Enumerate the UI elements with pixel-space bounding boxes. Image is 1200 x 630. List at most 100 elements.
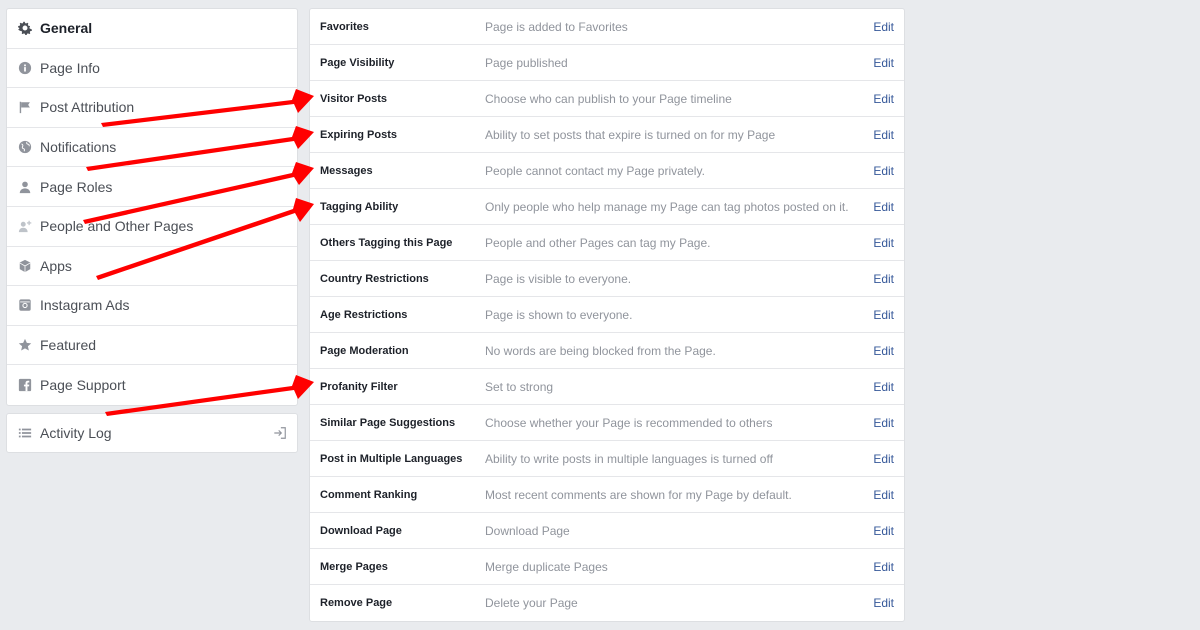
sidebar-item-label: People and Other Pages [40, 218, 194, 235]
gear-icon [18, 21, 32, 36]
setting-value: Delete your Page [485, 596, 578, 610]
sidebar-item-page-info[interactable]: Page Info [7, 49, 297, 89]
setting-value: People cannot contact my Page privately. [485, 163, 705, 178]
edit-remove-page-link[interactable]: Edit [873, 596, 894, 610]
settings-row-similar-page-suggestions: Similar Page Suggestions Choose whether … [310, 405, 904, 441]
edit-profanity-filter-link[interactable]: Edit [873, 380, 894, 394]
setting-label: Messages [320, 164, 373, 177]
setting-value: Only people who help manage my Page can … [485, 199, 849, 214]
star-icon [18, 338, 32, 352]
sidebar-item-post-attribution[interactable]: Post Attribution [7, 88, 297, 128]
setting-label: Profanity Filter [320, 380, 398, 393]
setting-value: Merge duplicate Pages [485, 559, 608, 574]
sidebar-item-apps[interactable]: Apps [7, 247, 297, 287]
setting-value: Choose who can publish to your Page time… [485, 91, 732, 106]
sidebar-item-instagram-ads[interactable]: Instagram Ads [7, 286, 297, 326]
settings-row-favorites: Favorites Page is added to Favorites Edi… [310, 9, 904, 45]
cube-icon [18, 259, 32, 273]
edit-multiple-languages-link[interactable]: Edit [873, 452, 894, 466]
sidebar-item-page-roles[interactable]: Page Roles [7, 167, 297, 207]
setting-label: Others Tagging this Page [320, 236, 453, 249]
sidebar-item-label: Instagram Ads [40, 297, 130, 314]
info-icon [18, 61, 32, 75]
setting-label: Country Restrictions [320, 272, 429, 285]
settings-row-age-restrictions: Age Restrictions Page is shown to everyo… [310, 297, 904, 333]
edit-messages-link[interactable]: Edit [873, 164, 894, 178]
edit-favorites-link[interactable]: Edit [873, 20, 894, 34]
facebook-icon [18, 378, 32, 392]
sidebar-item-general[interactable]: General [7, 9, 297, 49]
setting-label: Similar Page Suggestions [320, 416, 456, 429]
setting-label: Tagging Ability [320, 200, 399, 213]
settings-row-download-page: Download Page Download Page Edit [310, 513, 904, 549]
edit-tagging-ability-link[interactable]: Edit [873, 200, 894, 214]
settings-row-country-restrictions: Country Restrictions Page is visible to … [310, 261, 904, 297]
setting-label: Page Moderation [320, 344, 409, 357]
sidebar-item-label: Post Attribution [40, 99, 135, 116]
settings-row-remove-page: Remove Page Delete your Page Edit [310, 585, 904, 621]
sidebar-item-label: Page Roles [40, 178, 113, 195]
person-icon [18, 180, 32, 194]
activity-log-label: Activity Log [40, 425, 112, 441]
sidebar-item-featured[interactable]: Featured [7, 326, 297, 366]
setting-label: Remove Page [320, 597, 393, 609]
edit-others-tagging-link[interactable]: Edit [873, 236, 894, 250]
edit-visitor-posts-link[interactable]: Edit [873, 92, 894, 106]
setting-value: No words are being blocked from the Page… [485, 343, 716, 358]
settings-row-merge-pages: Merge Pages Merge duplicate Pages Edit [310, 549, 904, 585]
sidebar-item-label: Featured [40, 337, 97, 354]
sidebar-item-label: Notifications [40, 139, 117, 156]
setting-value: People and other Pages can tag my Page. [485, 235, 711, 250]
setting-label: Visitor Posts [320, 92, 388, 105]
settings-row-page-visibility: Page Visibility Page published Edit [310, 45, 904, 81]
setting-label: Page Visibility [320, 56, 395, 69]
setting-value: Page published [485, 55, 568, 70]
setting-label: Expiring Posts [320, 128, 398, 141]
camera-icon [18, 298, 32, 312]
setting-value: Most recent comments are shown for my Pa… [485, 487, 792, 502]
setting-value: Choose whether your Page is recommended … [485, 415, 773, 430]
setting-value: Ability to write posts in multiple langu… [485, 451, 773, 466]
setting-label: Age Restrictions [320, 308, 408, 321]
settings-row-profanity-filter: Profanity Filter Set to strong Edit [310, 369, 904, 405]
exit-icon[interactable] [273, 426, 287, 440]
edit-page-visibility-link[interactable]: Edit [873, 56, 894, 70]
setting-value: Ability to set posts that expire is turn… [485, 127, 776, 142]
sidebar-item-page-support[interactable]: Page Support [7, 365, 297, 405]
setting-label: Favorites [320, 20, 369, 33]
edit-country-restrictions-link[interactable]: Edit [873, 272, 894, 286]
flag-icon [18, 100, 32, 114]
setting-value: Page is shown to everyone. [485, 307, 633, 322]
edit-comment-ranking-link[interactable]: Edit [873, 488, 894, 502]
sidebar-item-label: General [40, 20, 93, 37]
sidebar-item-notifications[interactable]: Notifications [7, 128, 297, 168]
settings-row-multiple-languages: Post in Multiple Languages Ability to wr… [310, 441, 904, 477]
setting-label: Download Page [320, 524, 402, 537]
setting-value: Page is added to Favorites [485, 19, 628, 34]
setting-value: Page is visible to everyone. [485, 271, 632, 286]
settings-row-visitor-posts: Visitor Posts Choose who can publish to … [310, 81, 904, 117]
edit-similar-page-suggestions-link[interactable]: Edit [873, 416, 894, 430]
edit-download-page-link[interactable]: Edit [873, 524, 894, 538]
general-settings-table: Favorites Page is added to Favorites Edi… [309, 8, 905, 622]
setting-label: Merge Pages [320, 560, 388, 573]
edit-page-moderation-link[interactable]: Edit [873, 344, 894, 358]
settings-row-expiring-posts: Expiring Posts Ability to set posts that… [310, 117, 904, 153]
edit-age-restrictions-link[interactable]: Edit [873, 308, 894, 322]
sidebar-item-people-and-other-pages[interactable]: People and Other Pages [7, 207, 297, 247]
person-plus-icon [18, 219, 32, 233]
settings-row-comment-ranking: Comment Ranking Most recent comments are… [310, 477, 904, 513]
activity-log-link[interactable]: Activity Log [6, 413, 298, 453]
edit-merge-pages-link[interactable]: Edit [873, 560, 894, 574]
list-icon [18, 426, 32, 440]
edit-expiring-posts-link[interactable]: Edit [873, 128, 894, 142]
sidebar-item-label: Page Info [40, 59, 100, 76]
sidebar-item-label: Page Support [40, 377, 126, 394]
sidebar-item-label: Apps [40, 257, 72, 274]
setting-label: Post in Multiple Languages [320, 452, 463, 465]
setting-label: Comment Ranking [320, 488, 418, 501]
settings-row-messages: Messages People cannot contact my Page p… [310, 153, 904, 189]
setting-value: Set to strong [485, 379, 554, 394]
globe-icon [18, 140, 32, 154]
settings-row-others-tagging: Others Tagging this Page People and othe… [310, 225, 904, 261]
